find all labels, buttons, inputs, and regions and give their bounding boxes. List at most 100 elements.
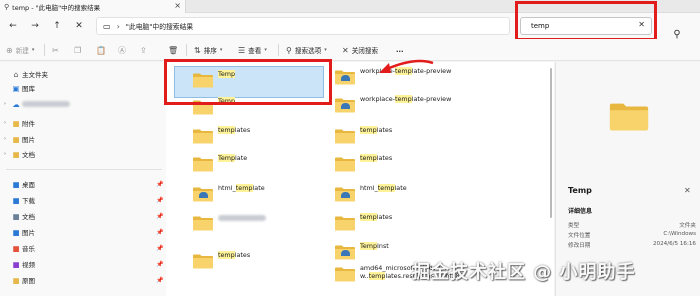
sidebar-item-label: 原图 [22,277,35,285]
sidebar-item-home[interactable]: ⌂ 主文件夹 [0,68,166,80]
cut-button[interactable]: ✂ [52,44,59,56]
chevron-down-icon: ▾ [264,47,267,53]
folder-icon [192,156,214,172]
folder-icon [334,266,356,282]
detail-value: C:\Windows [663,231,696,237]
delete-button[interactable]: 🗑 [168,44,178,56]
more-button[interactable]: ... [396,44,404,56]
tab-search-results[interactable]: ⚲ temp - "此电脑"中的搜索结果 × [0,0,186,13]
music-icon: ■ [12,243,20,253]
file-name-part: lates [376,213,393,221]
close-details-icon[interactable]: ✕ [684,186,691,195]
folder-icon [334,215,356,231]
pin-icon[interactable]: 📌 [156,245,163,252]
sidebar-item-desktop[interactable]: ■ 桌面 📌 [0,178,166,190]
result-item[interactable] [192,212,352,234]
scrollbar-thumb[interactable] [550,68,552,218]
sidebar-item-folder[interactable]: › ■ 文档 [0,148,166,160]
rename-button[interactable]: Ⓐ [118,44,126,56]
pin-icon[interactable]: 📌 [156,261,163,268]
file-name-part: late-preview [411,95,452,103]
sidebar-item-label: 图片 [22,229,35,237]
file-name: html_template [218,184,265,192]
watermark: 掘金技术社区 @ 小明助手 [412,262,636,283]
sidebar-item-music[interactable]: ■ 音乐 📌 [0,242,166,254]
forward-button[interactable]: → [28,19,42,33]
folder-icon [192,215,214,231]
detail-value: 2024/6/5 16:16 [652,241,696,247]
copy-button[interactable]: ❐ [74,44,81,56]
view-button[interactable]: ☰ 查看 ▾ [238,44,267,56]
file-name: workplace-template-preview [360,95,451,103]
detail-key: 修改日期 [568,243,591,249]
sort-button[interactable]: ⇅ 排序 ▾ [194,44,222,56]
paste-button[interactable]: 📋 [96,44,106,56]
search-options-button[interactable]: ⚲ 搜索选项 ▾ [286,44,327,56]
result-item[interactable]: templates [334,153,494,175]
result-item[interactable]: Template [192,153,352,175]
file-name-part: late [252,184,265,192]
result-item[interactable]: workplace-template-preview [334,94,494,116]
sidebar-item-document[interactable]: ■ 文档 📌 [0,210,166,222]
address-bar[interactable]: ▭ › "此电脑"中的搜索结果 [96,17,510,35]
file-name: templates [218,126,250,134]
search-match-highlight: Temp [360,242,378,250]
file-name-part: workplace- [360,95,395,103]
file-name-part: lates [376,154,393,162]
result-item[interactable]: templates [334,212,494,234]
document-icon: ■ [12,211,20,221]
sidebar-item-gallery[interactable]: ▣ 图库 [0,82,166,94]
sidebar-divider [6,169,162,170]
chevron-right-icon: › [3,101,7,107]
up-button[interactable]: ↑ [50,19,64,33]
sidebar-item-picture[interactable]: ■ 图片 📌 [0,226,166,238]
result-item[interactable]: templates [192,125,352,147]
chevron-right-icon: › [3,151,7,157]
folder-icon: ■ [12,275,20,285]
result-item[interactable]: templates [334,125,494,147]
chevron-down-icon: ▾ [31,47,35,53]
search-match-highlight: temp [360,213,377,221]
sidebar-item-folder[interactable]: › ■ 附件 [0,117,166,129]
close-search-button[interactable]: ✕ 关闭搜索 [342,44,378,56]
search-icon: ⚲ [4,2,10,11]
sort-icon: ⇅ [194,45,201,55]
file-name-part: late [394,184,407,192]
pin-icon[interactable]: 📌 [156,277,163,284]
view-label: 查看 [248,47,262,55]
back-button[interactable]: ← [6,19,20,33]
app-overlay-icon [341,250,350,256]
breadcrumb[interactable]: "此电脑"中的搜索结果 [126,21,193,31]
sidebar-item-onedrive[interactable]: › ☁ [0,98,166,110]
sidebar-item-download[interactable]: ■ 下载 📌 [0,194,166,206]
sidebar-item-folder[interactable]: ■ 原图 📌 [0,274,166,286]
share-button[interactable]: ⇪ [140,44,147,56]
close-tab-icon[interactable]: × [174,1,181,10]
sidebar-item-video[interactable]: ■ 视频 📌 [0,258,166,270]
chevron-down-icon: ▾ [219,47,223,53]
detail-key: 文件位置 [568,233,591,239]
file-name: templates [218,251,250,259]
new-button[interactable]: ⊕ 新建 ▾ [6,44,34,56]
close-search-label: 关闭搜索 [351,47,379,55]
file-name-part: lates [234,251,251,259]
plus-icon: ⊕ [6,45,13,55]
result-item[interactable]: html_template [334,183,494,205]
view-icon: ☰ [238,45,246,55]
sidebar-item-label: 文档 [22,151,35,159]
result-item[interactable]: html_template [192,183,352,205]
sidebar-item-folder[interactable]: › ■ 图片 [0,133,166,145]
redacted-label [218,215,266,221]
stop-button[interactable]: ✕ [72,19,86,33]
pin-icon[interactable]: 📌 [156,229,163,236]
copy-icon: ❐ [74,45,82,55]
detail-value: 文件夹 [679,223,696,229]
pin-icon[interactable]: 📌 [156,213,163,220]
result-item[interactable]: templates [192,250,352,272]
file-name: TempInst [360,242,389,250]
cloud-icon: ☁ [12,99,20,109]
pin-icon[interactable]: 📌 [156,181,163,188]
pin-icon[interactable]: 📌 [156,197,163,204]
search-match-highlight: temp [394,95,412,103]
folder-icon [334,156,356,172]
